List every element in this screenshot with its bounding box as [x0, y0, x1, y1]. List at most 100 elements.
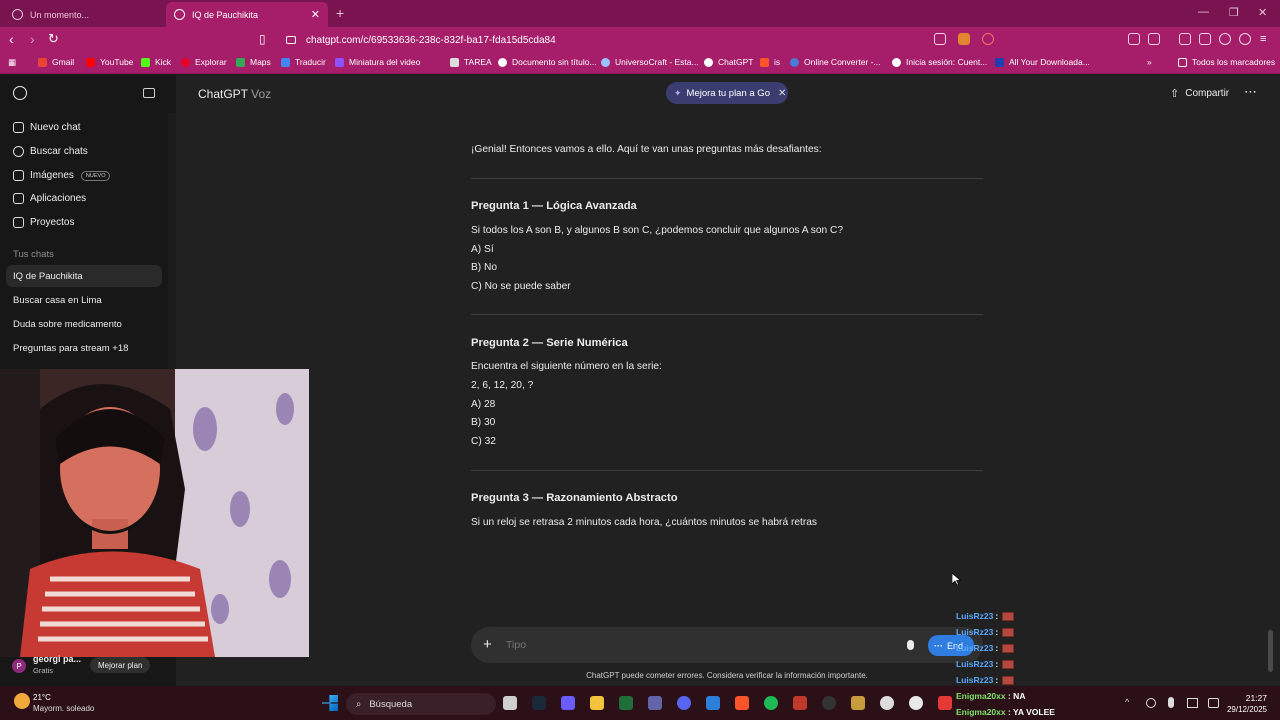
- wallet-icon[interactable]: [1199, 33, 1211, 45]
- network-icon[interactable]: [1146, 698, 1156, 708]
- extensions-icon[interactable]: [1128, 33, 1140, 45]
- main-scrollbar[interactable]: [1268, 630, 1273, 672]
- divider: [471, 314, 983, 315]
- close-sidebar-icon[interactable]: [143, 88, 155, 98]
- league-icon[interactable]: [851, 696, 865, 710]
- bookmark-miniatura[interactable]: Miniatura del video: [335, 57, 420, 67]
- split-view-icon[interactable]: [1179, 33, 1191, 45]
- weather-temp[interactable]: 21°C: [33, 693, 51, 702]
- file-explorer-icon[interactable]: [590, 696, 604, 710]
- clock-time[interactable]: 21:27: [1230, 693, 1267, 703]
- close-window-icon[interactable]: ✕: [1258, 6, 1267, 19]
- share-button[interactable]: ⇧ Compartir: [1170, 87, 1229, 100]
- bookmark-maps[interactable]: Maps: [236, 57, 271, 67]
- recording-icon[interactable]: [938, 696, 952, 710]
- chat-item-duda-medicamento[interactable]: Duda sobre medicamento: [6, 313, 162, 335]
- rewards-icon[interactable]: [982, 33, 994, 45]
- volume-icon[interactable]: [1208, 698, 1219, 708]
- webcam-image: [0, 369, 309, 657]
- profile-area[interactable]: P georgi pa... Gratis Mejorar plan: [0, 654, 176, 686]
- reload-icon[interactable]: ↻: [48, 31, 59, 47]
- sidebar-toggle-icon[interactable]: [1148, 33, 1160, 45]
- game-icon[interactable]: [880, 696, 894, 710]
- new-chat-button[interactable]: Nuevo chat: [13, 122, 81, 133]
- bookmark-chatgpt[interactable]: ChatGPT: [704, 57, 753, 67]
- chat-item-preguntas-stream[interactable]: Preguntas para stream +18: [6, 337, 162, 359]
- leo-ai-icon[interactable]: [1219, 33, 1231, 45]
- bookmark-explorar[interactable]: Explorar: [181, 57, 227, 67]
- spotify-icon[interactable]: [764, 696, 778, 710]
- prompt-input[interactable]: [506, 637, 886, 653]
- brave-shield-icon[interactable]: [958, 33, 970, 45]
- bookmark-youtube[interactable]: YouTube: [86, 57, 133, 67]
- minecraft-icon[interactable]: [619, 696, 633, 710]
- main-panel: [176, 75, 1280, 686]
- bookmark-gmail[interactable]: Gmail: [38, 57, 74, 67]
- brave-icon[interactable]: [735, 696, 749, 710]
- forward-icon[interactable]: ›: [30, 31, 35, 47]
- your-chats-heading: Tus chats: [13, 249, 54, 260]
- clock-date[interactable]: 29/12/2025: [1220, 705, 1267, 714]
- teams-icon[interactable]: [648, 696, 662, 710]
- share-page-icon[interactable]: [934, 33, 946, 45]
- add-attachment-icon[interactable]: +: [483, 637, 492, 653]
- bookmark-online-converter[interactable]: Online Converter -...: [790, 57, 881, 67]
- url-field[interactable]: chatgpt.com/c/69533636-238c-832f-ba17-fd…: [278, 30, 1008, 50]
- vpn-icon[interactable]: [1239, 33, 1251, 45]
- obs-icon[interactable]: [822, 696, 836, 710]
- bookmarks-bar: ▦ Gmail YouTube Kick Explorar Maps Tradu…: [0, 53, 1280, 74]
- valorant-icon[interactable]: [793, 696, 807, 710]
- question-2-option-c: C) 32: [471, 436, 496, 447]
- browser-app-icon[interactable]: [909, 696, 923, 710]
- new-tab-button[interactable]: +: [336, 5, 344, 21]
- emote-icon: [1002, 627, 1015, 637]
- bookmark-icon[interactable]: ▯: [259, 31, 266, 47]
- maximize-icon[interactable]: ❐: [1229, 6, 1239, 19]
- more-options-icon[interactable]: ⋯: [1244, 84, 1257, 100]
- microphone-icon[interactable]: [907, 640, 914, 650]
- close-tab-icon[interactable]: ✕: [311, 8, 320, 21]
- apps-grid-icon[interactable]: ▦: [8, 57, 16, 68]
- weather-desc[interactable]: Mayorm. soleado: [33, 704, 94, 713]
- chat-item-iq-de-pauchikita[interactable]: IQ de Pauchikita: [6, 265, 162, 287]
- bookmark-all-your-downloads[interactable]: All Your Downloada...: [995, 57, 1090, 67]
- bookmark-is[interactable]: is: [760, 57, 780, 67]
- mail-icon[interactable]: [706, 696, 720, 710]
- display-icon[interactable]: [1187, 698, 1198, 708]
- minimize-icon[interactable]: —: [1198, 6, 1209, 18]
- openai-logo-icon[interactable]: [13, 86, 27, 100]
- chat-item-buscar-casa[interactable]: Buscar casa en Lima: [6, 289, 162, 311]
- url-text: chatgpt.com/c/69533636-238c-832f-ba17-fd…: [306, 34, 556, 46]
- maps-icon: [236, 57, 245, 67]
- bookmark-universocraft[interactable]: UniversoCraft - Esta...: [601, 57, 699, 67]
- apps-button[interactable]: Aplicaciones: [13, 193, 86, 204]
- weather-icon[interactable]: [14, 693, 30, 709]
- bookmark-inicia-sesion[interactable]: Inicia sesión: Cuent...: [892, 57, 987, 67]
- bookmark-documento[interactable]: Documento sin título...: [498, 57, 597, 67]
- mic-tray-icon[interactable]: [1168, 697, 1174, 708]
- all-bookmarks[interactable]: Todos los marcadores: [1178, 57, 1275, 67]
- taskbar-search[interactable]: ⌕ Búsqueda: [346, 693, 496, 715]
- tab-un-momento[interactable]: Un momento...: [4, 2, 166, 27]
- avatar: P: [12, 659, 26, 673]
- menu-icon[interactable]: ≡: [1260, 31, 1266, 47]
- tab-iq-de-pauchikita[interactable]: IQ de Pauchikita ✕: [166, 2, 328, 27]
- site-info-icon[interactable]: [286, 36, 296, 44]
- upgrade-plan-button[interactable]: Mejorar plan: [90, 657, 151, 673]
- bookmark-kick[interactable]: Kick: [141, 57, 171, 67]
- discord-icon[interactable]: [677, 696, 691, 710]
- steam-icon[interactable]: [532, 696, 546, 710]
- bookmark-traducir[interactable]: Traducir: [281, 57, 326, 67]
- projects-button[interactable]: Proyectos: [13, 217, 74, 228]
- dismiss-icon[interactable]: ✕: [778, 88, 786, 99]
- more-bookmarks-icon[interactable]: »: [1147, 57, 1152, 67]
- bookmark-tarea[interactable]: TAREA: [450, 57, 492, 67]
- upgrade-plan-pill[interactable]: ✦ Mejora tu plan a Go ✕: [666, 82, 788, 104]
- images-button[interactable]: Imágenes NUEVO: [13, 170, 111, 181]
- model-selector[interactable]: ChatGPT Voz: [198, 87, 271, 101]
- copilot-icon[interactable]: [561, 696, 575, 710]
- tray-chevron-icon[interactable]: ^: [1125, 697, 1129, 707]
- back-icon[interactable]: ‹: [9, 31, 14, 47]
- search-chats-button[interactable]: Buscar chats: [13, 146, 88, 157]
- task-view-icon[interactable]: [503, 696, 517, 710]
